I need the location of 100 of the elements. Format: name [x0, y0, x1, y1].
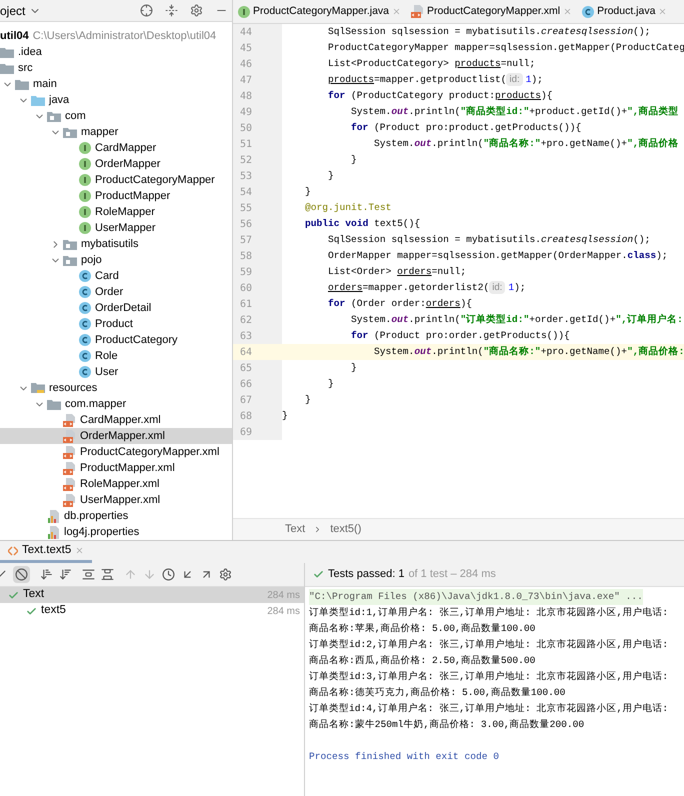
settings-icon[interactable]: [219, 568, 232, 581]
folder-icon: [15, 78, 29, 90]
tree-item[interactable]: OrderDetail: [0, 300, 232, 316]
test-name: text5: [41, 603, 66, 618]
tree-item[interactable]: OrderMapper: [0, 156, 232, 172]
stop-toggle[interactable]: [13, 566, 30, 583]
tree-item[interactable]: ProductCategory: [0, 332, 232, 348]
export-icon[interactable]: [200, 568, 213, 581]
console-line: 订单类型id:3,订单用户名: 张三,订单用户地址: 北京市花园路小区,用户电话:: [309, 670, 670, 684]
settings-icon[interactable]: [190, 4, 203, 17]
breadcrumb-item[interactable]: Text: [285, 521, 306, 538]
passed-check-icon: [8, 590, 19, 600]
tree-item[interactable]: resources: [0, 380, 232, 396]
module-name[interactable]: util04: [0, 28, 29, 44]
resources-folder-icon: [31, 382, 45, 394]
console-line: 商品名称:德芙巧克力,商品价格: 5.00,商品数量100.00: [309, 686, 566, 700]
tree-item[interactable]: ProductMapper.xml: [0, 460, 232, 476]
line-number: 51: [240, 138, 252, 152]
sort-icon[interactable]: [59, 568, 72, 581]
console-line: 订单类型id:1,订单用户名: 张三,订单用户地址: 北京市花园路小区,用户电话:: [309, 606, 670, 620]
code-line: for (Order order:orders){: [328, 297, 472, 311]
collapse-all-icon[interactable]: [165, 4, 178, 17]
folder-icon: [0, 46, 14, 58]
tree-item[interactable]: com: [0, 108, 232, 124]
interface-icon: [79, 206, 91, 218]
xml-file-icon: [63, 430, 76, 442]
breadcrumb-item[interactable]: text5(): [330, 521, 362, 538]
editor-tab[interactable]: ProductCategoryMapper.xml: [406, 0, 578, 23]
package-folder-icon: [47, 110, 61, 122]
parameter-hint: id:: [489, 281, 506, 294]
test-name: Text: [23, 587, 44, 602]
sort-icon[interactable]: [40, 568, 53, 581]
package-folder-icon: [63, 126, 77, 138]
tree-item[interactable]: Role: [0, 348, 232, 364]
tree-item[interactable]: CardMapper.xml: [0, 412, 232, 428]
test-row[interactable]: text5 284 ms: [0, 603, 304, 619]
console-line: 订单类型id:2,订单用户名: 张三,订单用户地址: 北京市花园路小区,用户电话:: [309, 638, 670, 652]
import-icon[interactable]: [181, 568, 194, 581]
tree-item[interactable]: UserMapper.xml: [0, 492, 232, 508]
tree-item[interactable]: pojo: [0, 252, 232, 268]
line-number: 67: [240, 394, 252, 408]
line-number: 59: [240, 266, 252, 280]
locate-icon[interactable]: [140, 4, 153, 17]
clock-icon[interactable]: [162, 568, 175, 581]
code-line: }: [305, 393, 311, 407]
editor-tab[interactable]: ProductCategoryMapper.java: [233, 0, 406, 23]
tree-item[interactable]: db.properties: [0, 508, 232, 524]
class-icon: [79, 318, 91, 330]
tree-item[interactable]: User: [0, 364, 232, 380]
line-number: 62: [240, 314, 252, 328]
tree-item[interactable]: .idea: [0, 44, 232, 60]
tree-item[interactable]: OrderMapper.xml: [0, 428, 232, 444]
tree-item[interactable]: Card: [0, 268, 232, 284]
class-icon: [79, 334, 91, 346]
line-number: 57: [240, 234, 252, 248]
tree-item[interactable]: RoleMapper: [0, 204, 232, 220]
tree-item[interactable]: Order: [0, 284, 232, 300]
package-folder-icon: [63, 238, 77, 250]
tree-item[interactable]: ProductCategoryMapper: [0, 172, 232, 188]
interface-icon: [79, 222, 91, 234]
tree-item[interactable]: main: [0, 76, 232, 92]
code-line: SqlSession sqlsession = mybatisutils.createsqlsession();: [328, 233, 650, 247]
editor-tab[interactable]: Product.java: [577, 0, 672, 23]
tree-item[interactable]: ProductMapper: [0, 188, 232, 204]
tree-item[interactable]: CardMapper: [0, 140, 232, 156]
panel-title[interactable]: oject: [0, 2, 26, 20]
interface-icon: [79, 190, 91, 202]
collapse-all-icon[interactable]: [101, 568, 114, 581]
tree-item[interactable]: mapper: [0, 124, 232, 140]
package-folder-icon: [63, 254, 77, 266]
code-line: }: [328, 377, 334, 391]
test-row[interactable]: Text 284 ms: [0, 587, 304, 603]
class-icon: [582, 6, 594, 18]
tree-item[interactable]: RoleMapper.xml: [0, 476, 232, 492]
code-line: List<Order> orders=null;: [328, 265, 466, 279]
expand-all-icon[interactable]: [82, 568, 95, 581]
tree-item[interactable]: com.mapper: [0, 396, 232, 412]
xml-file-icon: [63, 462, 76, 474]
properties-file-icon: [47, 510, 60, 522]
code-line: }: [328, 169, 334, 183]
line-number: 53: [240, 170, 252, 184]
line-number: 58: [240, 250, 252, 264]
line-number: 54: [240, 186, 252, 200]
code-line: System.out.println("商品名称:"+pro.getName()+",商品价格: [374, 136, 679, 151]
console-line: Process finished with exit code 0: [309, 750, 500, 764]
tree-item[interactable]: src: [0, 60, 232, 76]
tree-item[interactable]: java: [0, 92, 232, 108]
tree-item[interactable]: ProductCategoryMapper.xml: [0, 444, 232, 460]
line-number: 44: [240, 26, 252, 40]
tree-item[interactable]: UserMapper: [0, 220, 232, 236]
test-status: Tests passed: 1: [328, 567, 404, 582]
console-line: 商品名称:蒙牛250ml牛奶,商品价格: 3.00,商品数量200.00: [309, 718, 586, 732]
code-line: ProductCategoryMapper mapper=sqlsession.getMapper(ProductCateg: [328, 41, 684, 55]
tree-item[interactable]: Product: [0, 316, 232, 332]
line-number: 49: [240, 106, 252, 120]
code-line: for (Product pro:product.getProducts()){: [351, 121, 582, 135]
line-number: 45: [240, 42, 252, 56]
tree-item[interactable]: log4j.properties: [0, 524, 232, 540]
xml-file-icon: [63, 478, 76, 490]
tree-item[interactable]: mybatisutils: [0, 236, 232, 252]
